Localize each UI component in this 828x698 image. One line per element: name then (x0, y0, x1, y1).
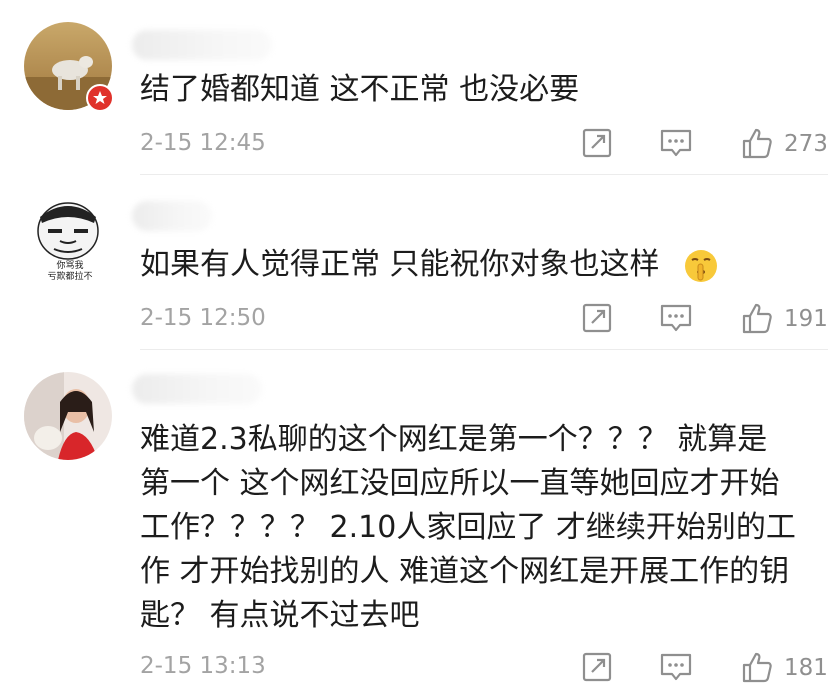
comment-icon[interactable] (658, 301, 694, 335)
like-count: 273 (784, 131, 828, 157)
thumbs-up-icon[interactable] (740, 301, 774, 335)
share-icon[interactable] (580, 301, 614, 335)
avatar-caption-line: 亏欺都拉不 (47, 272, 93, 282)
username-blurred[interactable] (132, 30, 272, 60)
username-blurred[interactable] (132, 374, 262, 404)
comment-item: 结了婚都知道 这不正常 也没必要 2-15 12:45 273 (0, 0, 828, 175)
comment-text: 结了婚都知道 这不正常 也没必要 (140, 70, 579, 110)
comment-text-line: 工作？？？？ 2.10人家回应了 才继续开始别的工 (140, 510, 796, 545)
comment-item: 难道2.3私聊的这个网红是第一个？？？ 就算是 第一个 这个网红没回应所以一直等… (0, 350, 828, 698)
avatar-caption-line: 你骂我 (56, 261, 84, 271)
avatar-caption: 你骂我 亏欺都拉不 (40, 261, 100, 283)
comment-text: 难道2.3私聊的这个网红是第一个？？？ 就算是 第一个 这个网红没回应所以一直等… (140, 418, 796, 638)
like-count: 181 (784, 655, 828, 681)
comment-text-line: 难道2.3私聊的这个网红是第一个？？？ 就算是 (140, 422, 768, 457)
verified-badge-icon (86, 84, 114, 112)
comment-text-line: 匙？ 有点说不过去吧 (140, 598, 420, 633)
comment-text-line: 作 才开始找别的人 难道这个网红是开展工作的钥 (140, 554, 790, 589)
comment-text-line: 结了婚都知道 这不正常 也没必要 (140, 72, 580, 107)
comment-icon[interactable] (658, 650, 694, 684)
share-icon[interactable] (580, 650, 614, 684)
comment-time: 2-15 12:50 (140, 305, 266, 331)
comment-text-line: 第一个 这个网红没回应所以一直等她回应才开始 (140, 466, 780, 501)
comment-icon[interactable] (658, 126, 694, 160)
thumbs-up-icon[interactable] (740, 126, 774, 160)
comment-actions: 181 (528, 650, 828, 686)
shush-emoji-icon (685, 249, 718, 282)
thumbs-up-icon[interactable] (740, 650, 774, 684)
comment-time: 2-15 13:13 (140, 653, 266, 679)
comment-text-line: 如果有人觉得正常 只能祝你对象也这样 (140, 247, 660, 282)
like-count: 191 (784, 306, 828, 332)
comment-text: 如果有人觉得正常 只能祝你对象也这样 (140, 245, 719, 285)
username-blurred[interactable] (132, 201, 212, 231)
comment-actions: 273 (528, 126, 828, 162)
share-icon[interactable] (580, 126, 614, 160)
photo-avatar-icon (24, 372, 112, 460)
avatar[interactable] (24, 372, 112, 460)
comment-time: 2-15 12:45 (140, 130, 266, 156)
comment-actions: 191 (528, 301, 828, 337)
comment-item: 你骂我 亏欺都拉不 如果有人觉得正常 只能祝你对象也这样 2-15 12:50 … (0, 175, 828, 350)
